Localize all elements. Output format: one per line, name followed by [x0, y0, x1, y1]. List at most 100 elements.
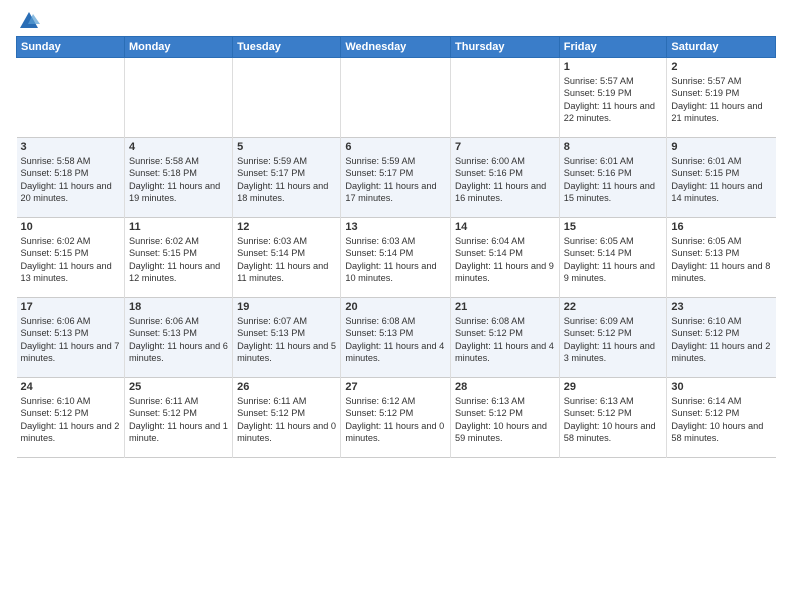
day-number: 7	[455, 141, 555, 153]
day-number: 27	[345, 381, 446, 393]
day-info: Sunrise: 6:01 AM Sunset: 5:16 PM Dayligh…	[564, 155, 663, 205]
calendar-cell: 5 Sunrise: 5:59 AM Sunset: 5:17 PM Daylig…	[233, 138, 341, 218]
calendar-cell	[17, 58, 125, 138]
day-number: 8	[564, 141, 663, 153]
calendar-week-row: 24 Sunrise: 6:10 AM Sunset: 5:12 PM Dayli…	[17, 378, 776, 458]
weekday-header: Friday	[559, 37, 667, 58]
calendar-table: SundayMondayTuesdayWednesdayThursdayFrid…	[16, 36, 776, 458]
calendar-week-row: 17 Sunrise: 6:06 AM Sunset: 5:13 PM Dayli…	[17, 298, 776, 378]
day-number: 17	[21, 301, 120, 313]
weekday-header: Tuesday	[233, 37, 341, 58]
calendar-cell: 17 Sunrise: 6:06 AM Sunset: 5:13 PM Dayli…	[17, 298, 125, 378]
day-number: 3	[21, 141, 120, 153]
header	[16, 10, 776, 32]
day-number: 11	[129, 221, 228, 233]
calendar-cell	[451, 58, 560, 138]
calendar-cell: 10 Sunrise: 6:02 AM Sunset: 5:15 PM Dayli…	[17, 218, 125, 298]
day-number: 19	[237, 301, 336, 313]
day-info: Sunrise: 6:03 AM Sunset: 5:14 PM Dayligh…	[345, 235, 446, 285]
day-number: 18	[129, 301, 228, 313]
day-info: Sunrise: 5:57 AM Sunset: 5:19 PM Dayligh…	[671, 75, 771, 125]
calendar-week-row: 1 Sunrise: 5:57 AM Sunset: 5:19 PM Daylig…	[17, 58, 776, 138]
day-number: 23	[671, 301, 771, 313]
day-info: Sunrise: 5:59 AM Sunset: 5:17 PM Dayligh…	[345, 155, 446, 205]
calendar-cell: 27 Sunrise: 6:12 AM Sunset: 5:12 PM Dayli…	[341, 378, 451, 458]
day-info: Sunrise: 6:05 AM Sunset: 5:14 PM Dayligh…	[564, 235, 663, 285]
calendar-cell: 3 Sunrise: 5:58 AM Sunset: 5:18 PM Daylig…	[17, 138, 125, 218]
day-info: Sunrise: 6:05 AM Sunset: 5:13 PM Dayligh…	[671, 235, 771, 285]
day-number: 24	[21, 381, 120, 393]
day-info: Sunrise: 6:02 AM Sunset: 5:15 PM Dayligh…	[21, 235, 120, 285]
calendar-cell	[233, 58, 341, 138]
day-info: Sunrise: 6:13 AM Sunset: 5:12 PM Dayligh…	[564, 395, 663, 445]
calendar-cell: 21 Sunrise: 6:08 AM Sunset: 5:12 PM Dayli…	[451, 298, 560, 378]
weekday-header: Thursday	[451, 37, 560, 58]
calendar-cell: 15 Sunrise: 6:05 AM Sunset: 5:14 PM Dayli…	[559, 218, 667, 298]
day-number: 21	[455, 301, 555, 313]
calendar-cell: 12Sunrise: 6:03 AM Sunset: 5:14 PM Dayli…	[233, 218, 341, 298]
day-number: 4	[129, 141, 228, 153]
calendar-cell: 7 Sunrise: 6:00 AM Sunset: 5:16 PM Daylig…	[451, 138, 560, 218]
calendar-cell: 4 Sunrise: 5:58 AM Sunset: 5:18 PM Daylig…	[124, 138, 232, 218]
day-info: Sunrise: 5:58 AM Sunset: 5:18 PM Dayligh…	[21, 155, 120, 205]
weekday-header: Sunday	[17, 37, 125, 58]
day-info: Sunrise: 5:58 AM Sunset: 5:18 PM Dayligh…	[129, 155, 228, 205]
day-info: Sunrise: 6:10 AM Sunset: 5:12 PM Dayligh…	[21, 395, 120, 445]
day-info: Sunrise: 6:03 AM Sunset: 5:14 PM Dayligh…	[237, 235, 336, 285]
day-info: Sunrise: 6:10 AM Sunset: 5:12 PM Dayligh…	[671, 315, 771, 365]
day-number: 6	[345, 141, 446, 153]
day-info: Sunrise: 6:06 AM Sunset: 5:13 PM Dayligh…	[129, 315, 228, 365]
weekday-header: Wednesday	[341, 37, 451, 58]
calendar-cell: 11 Sunrise: 6:02 AM Sunset: 5:15 PM Dayli…	[124, 218, 232, 298]
day-number: 14	[455, 221, 555, 233]
day-number: 2	[671, 61, 771, 73]
day-info: Sunrise: 6:09 AM Sunset: 5:12 PM Dayligh…	[564, 315, 663, 365]
calendar-cell: 24 Sunrise: 6:10 AM Sunset: 5:12 PM Dayli…	[17, 378, 125, 458]
day-info: Sunrise: 6:04 AM Sunset: 5:14 PM Dayligh…	[455, 235, 555, 285]
day-info: Sunrise: 6:07 AM Sunset: 5:13 PM Dayligh…	[237, 315, 336, 365]
calendar-cell	[124, 58, 232, 138]
calendar-cell: 26Sunrise: 6:11 AM Sunset: 5:12 PM Dayli…	[233, 378, 341, 458]
calendar-cell: 13Sunrise: 6:03 AM Sunset: 5:14 PM Dayli…	[341, 218, 451, 298]
day-number: 20	[345, 301, 446, 313]
day-number: 28	[455, 381, 555, 393]
day-number: 15	[564, 221, 663, 233]
calendar-cell: 19 Sunrise: 6:07 AM Sunset: 5:13 PM Dayli…	[233, 298, 341, 378]
day-info: Sunrise: 6:13 AM Sunset: 5:12 PM Dayligh…	[455, 395, 555, 445]
day-info: Sunrise: 5:57 AM Sunset: 5:19 PM Dayligh…	[564, 75, 663, 125]
calendar-week-row: 10 Sunrise: 6:02 AM Sunset: 5:15 PM Dayli…	[17, 218, 776, 298]
logo	[16, 10, 40, 32]
calendar-cell: 9 Sunrise: 6:01 AM Sunset: 5:15 PM Daylig…	[667, 138, 776, 218]
day-number: 1	[564, 61, 663, 73]
day-number: 22	[564, 301, 663, 313]
calendar-cell: 18 Sunrise: 6:06 AM Sunset: 5:13 PM Dayli…	[124, 298, 232, 378]
page-container: SundayMondayTuesdayWednesdayThursdayFrid…	[0, 0, 792, 468]
weekday-header: Monday	[124, 37, 232, 58]
day-number: 29	[564, 381, 663, 393]
calendar-cell: 14 Sunrise: 6:04 AM Sunset: 5:14 PM Dayli…	[451, 218, 560, 298]
day-info: Sunrise: 6:08 AM Sunset: 5:12 PM Dayligh…	[455, 315, 555, 365]
calendar-week-row: 3 Sunrise: 5:58 AM Sunset: 5:18 PM Daylig…	[17, 138, 776, 218]
calendar-cell: 23 Sunrise: 6:10 AM Sunset: 5:12 PM Dayli…	[667, 298, 776, 378]
day-number: 30	[671, 381, 771, 393]
day-info: Sunrise: 6:11 AM Sunset: 5:12 PM Dayligh…	[237, 395, 336, 445]
calendar-cell: 2 Sunrise: 5:57 AM Sunset: 5:19 PM Daylig…	[667, 58, 776, 138]
logo-icon	[18, 10, 40, 32]
day-info: Sunrise: 6:02 AM Sunset: 5:15 PM Dayligh…	[129, 235, 228, 285]
calendar-cell	[341, 58, 451, 138]
day-info: Sunrise: 6:00 AM Sunset: 5:16 PM Dayligh…	[455, 155, 555, 205]
day-number: 5	[237, 141, 336, 153]
day-info: Sunrise: 5:59 AM Sunset: 5:17 PM Dayligh…	[237, 155, 336, 205]
day-info: Sunrise: 6:14 AM Sunset: 5:12 PM Dayligh…	[671, 395, 771, 445]
day-info: Sunrise: 6:12 AM Sunset: 5:12 PM Dayligh…	[345, 395, 446, 445]
calendar-cell: 22 Sunrise: 6:09 AM Sunset: 5:12 PM Dayli…	[559, 298, 667, 378]
day-info: Sunrise: 6:01 AM Sunset: 5:15 PM Dayligh…	[671, 155, 771, 205]
calendar-cell: 16Sunrise: 6:05 AM Sunset: 5:13 PM Dayli…	[667, 218, 776, 298]
calendar-cell: 28 Sunrise: 6:13 AM Sunset: 5:12 PM Dayli…	[451, 378, 560, 458]
calendar-cell: 25Sunrise: 6:11 AM Sunset: 5:12 PM Dayli…	[124, 378, 232, 458]
calendar-cell: 6 Sunrise: 5:59 AM Sunset: 5:17 PM Daylig…	[341, 138, 451, 218]
day-info: Sunrise: 6:06 AM Sunset: 5:13 PM Dayligh…	[21, 315, 120, 365]
calendar-cell: 1 Sunrise: 5:57 AM Sunset: 5:19 PM Daylig…	[559, 58, 667, 138]
day-number: 9	[671, 141, 771, 153]
day-number: 10	[21, 221, 120, 233]
